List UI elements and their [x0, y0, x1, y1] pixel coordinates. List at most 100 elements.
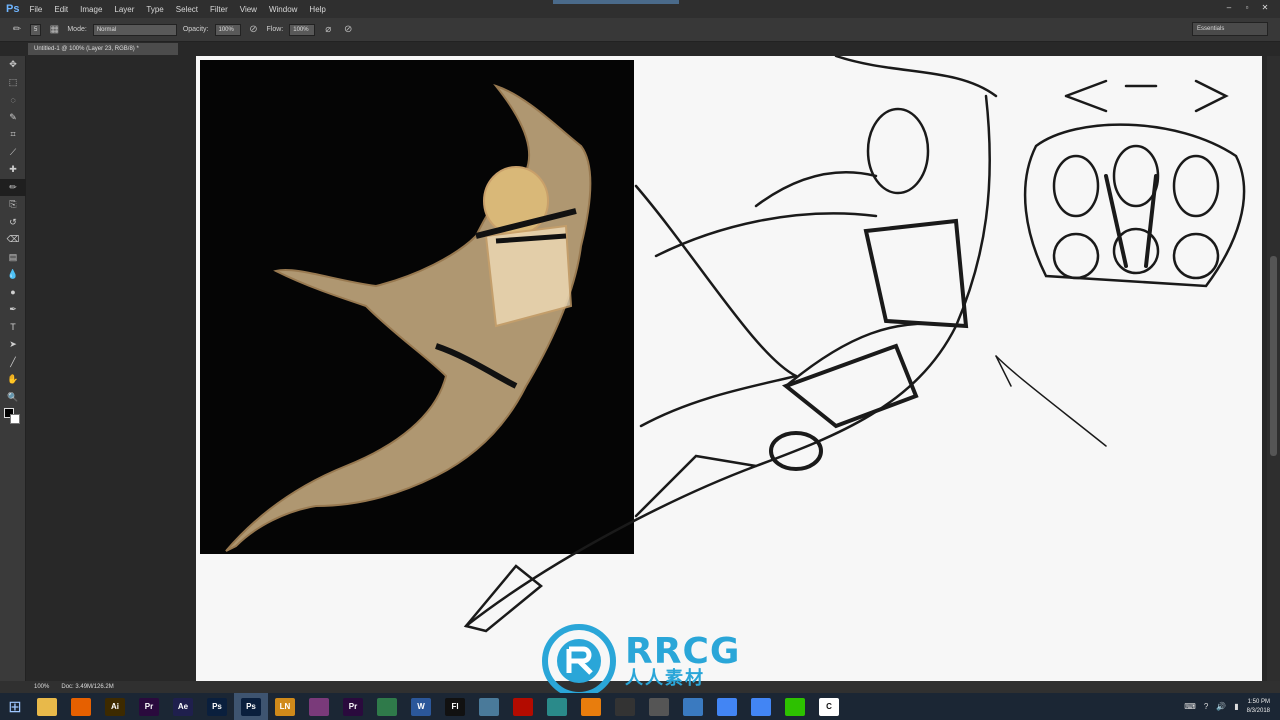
mode-select[interactable]: Normal	[92, 23, 177, 36]
airbrush-icon[interactable]: ⌀	[321, 23, 335, 37]
vertical-scrollbar[interactable]	[1267, 56, 1280, 681]
taskbar-file-explorer[interactable]	[30, 693, 64, 720]
taskbar-premiere[interactable]: Pr	[132, 693, 166, 720]
minimize-button[interactable]: –	[1222, 2, 1236, 13]
brush-tool[interactable]: ✏	[0, 178, 26, 196]
gradient-icon: ▤	[8, 251, 18, 262]
eraser-tool[interactable]: ⌫	[0, 231, 26, 249]
pressure-size-icon[interactable]: ⊘	[341, 23, 355, 37]
taskbar-word[interactable]: W	[404, 693, 438, 720]
crop-tool[interactable]: ⌗	[0, 126, 26, 144]
taskbar-blender[interactable]	[574, 693, 608, 720]
network-icon[interactable]: ▮	[1234, 702, 1238, 711]
zoom-readout[interactable]: 100%	[34, 684, 49, 690]
brush-size-field[interactable]: 5	[30, 23, 42, 36]
taskbar-after-effects[interactable]: Ae	[166, 693, 200, 720]
menu-window[interactable]: Window	[269, 5, 297, 14]
scrollbar-thumb[interactable]	[1270, 256, 1277, 456]
line-icon: ╱	[10, 356, 16, 367]
menu-filter[interactable]: Filter	[210, 5, 228, 14]
path-selection-tool[interactable]: ➤	[0, 336, 26, 354]
zoom-tool[interactable]: 🔍	[0, 389, 26, 407]
blur-tool[interactable]: 💧	[0, 266, 26, 284]
taskbar-premiere-2[interactable]: Pr	[336, 693, 370, 720]
taskbar-photoshop-1[interactable]: Ps	[200, 693, 234, 720]
start-button[interactable]: ⊞	[0, 693, 30, 720]
chrome-1-icon	[717, 697, 737, 716]
menu-edit[interactable]: Edit	[54, 5, 68, 14]
taskbar-acrobat[interactable]	[506, 693, 540, 720]
clone-stamp-tool[interactable]: ⎘	[0, 196, 26, 214]
taskbar-notes-app[interactable]	[472, 693, 506, 720]
taskbar-app-three-d[interactable]	[642, 693, 676, 720]
clock[interactable]: 1:50 PM 8/3/2018	[1247, 698, 1270, 716]
eyedropper-icon: ⟋	[9, 146, 17, 157]
taskbar-lightning-app[interactable]: LN	[268, 693, 302, 720]
history-brush-tool[interactable]: ↺	[0, 214, 26, 232]
healing-brush-tool[interactable]: ✚	[0, 161, 26, 179]
healing-brush-icon: ✚	[9, 164, 17, 175]
menu-view[interactable]: View	[240, 5, 257, 14]
remote-desktop-icon	[683, 697, 703, 716]
taskbar-illustrator[interactable]: Ai	[98, 693, 132, 720]
dodge-tool[interactable]: ●	[0, 284, 26, 302]
taskbar-remote-desktop[interactable]	[676, 693, 710, 720]
watermark: RRCG 人人素材	[541, 624, 751, 698]
taskbar-chrome-2[interactable]	[744, 693, 778, 720]
premiere-2-icon: Pr	[343, 697, 363, 716]
taskbar-calculator[interactable]	[370, 693, 404, 720]
gradient-tool[interactable]: ▤	[0, 249, 26, 267]
menu-select[interactable]: Select	[176, 5, 198, 14]
color-swatches[interactable]	[0, 406, 26, 430]
flow-field[interactable]: 100%	[289, 23, 316, 36]
document-tab[interactable]: Untitled-1 @ 100% (Layer 23, RGB/8) *	[28, 43, 178, 55]
pen-tool[interactable]: ✒	[0, 301, 26, 319]
menu-help[interactable]: Help	[309, 5, 325, 14]
taskbar-camtasia[interactable]: C	[812, 693, 846, 720]
volume-icon[interactable]: 🔊	[1216, 702, 1226, 711]
taskbar-wechat[interactable]	[778, 693, 812, 720]
menu-file[interactable]: File	[29, 5, 42, 14]
type-tool[interactable]: T	[0, 319, 26, 337]
restore-button[interactable]: ▫	[1240, 2, 1254, 13]
hand-tool[interactable]: ✋	[0, 371, 26, 389]
document-canvas[interactable]	[196, 56, 1262, 681]
taskbar-maps-app[interactable]	[540, 693, 574, 720]
taskbar-chrome-1[interactable]	[710, 693, 744, 720]
pressure-opacity-icon[interactable]: ⊘	[247, 23, 261, 37]
keyboard-icon[interactable]: ⌨	[1184, 702, 1196, 711]
brush-preset-icon[interactable]: ✏	[10, 23, 24, 37]
marquee-tool[interactable]: ⬚	[0, 74, 26, 92]
firefox-icon	[71, 697, 91, 716]
close-button[interactable]: ✕	[1258, 2, 1272, 13]
lasso-icon: ◌	[10, 94, 16, 105]
workspace-select[interactable]: Essentials	[1192, 22, 1268, 36]
line-tool[interactable]: ╱	[0, 354, 26, 372]
menu-layer[interactable]: Layer	[114, 5, 134, 14]
quick-selection-tool[interactable]: ✎	[0, 109, 26, 127]
taskbar-photoshop-2[interactable]: Ps	[234, 693, 268, 720]
opacity-field[interactable]: 100%	[214, 23, 241, 36]
acrobat-icon	[513, 697, 533, 716]
eyedropper-tool[interactable]: ⟋	[0, 144, 26, 162]
file-explorer-icon	[37, 697, 57, 716]
taskbar: ⊞ Ai Pr Ae Ps Ps LN Pr W Fl C ⌨ ? 🔊 ▮ 1:50 PM 8/3…	[0, 693, 1280, 720]
title-indicator	[553, 0, 679, 4]
move-tool[interactable]: ✥	[0, 56, 26, 74]
menu-type[interactable]: Type	[146, 5, 163, 14]
menu-image[interactable]: Image	[80, 5, 102, 14]
clock-time: 1:50 PM	[1247, 698, 1270, 705]
canvas-artwork	[200, 56, 1246, 633]
photoshop-1-icon: Ps	[207, 697, 227, 716]
blender-icon	[581, 697, 601, 716]
lasso-tool[interactable]: ◌	[0, 91, 26, 109]
background-color[interactable]	[10, 414, 20, 424]
taskbar-final-cut[interactable]: Fl	[438, 693, 472, 720]
brush-panel-icon[interactable]: ▦	[47, 23, 61, 37]
taskbar-firefox[interactable]	[64, 693, 98, 720]
help-icon[interactable]: ?	[1204, 702, 1208, 711]
chrome-2-icon	[751, 697, 771, 716]
taskbar-winrar[interactable]	[302, 693, 336, 720]
pen-icon: ✒	[9, 304, 17, 315]
taskbar-steam[interactable]	[608, 693, 642, 720]
